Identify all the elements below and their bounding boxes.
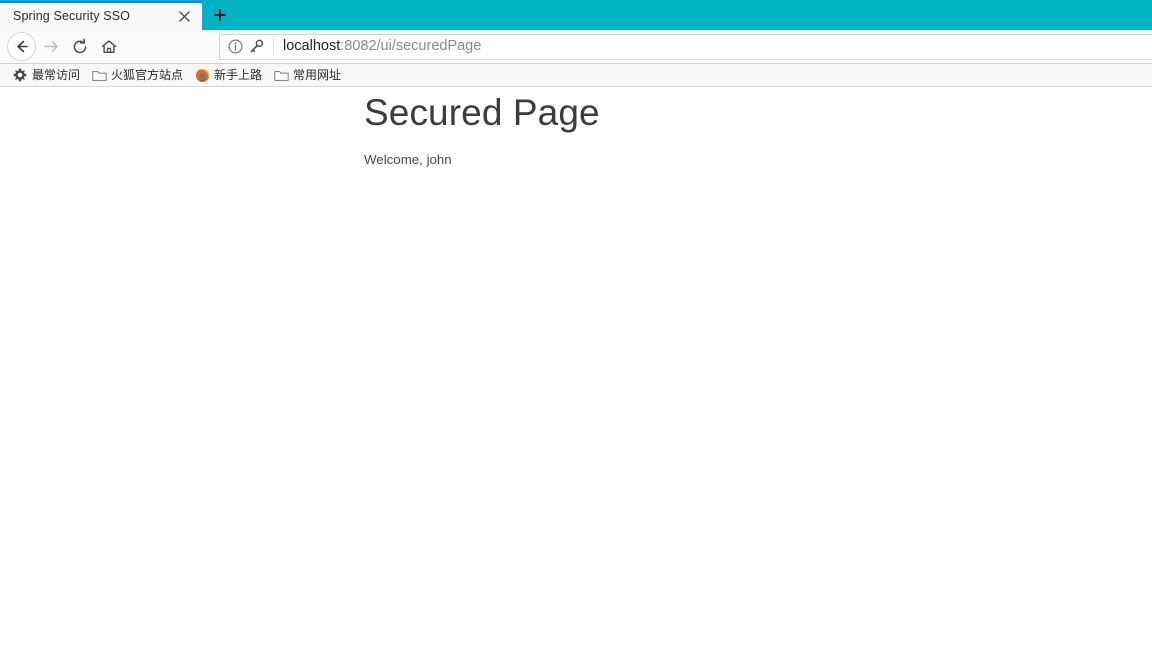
browser-window: Spring Security SSO localhost:8082/ui/se… xyxy=(0,0,1152,648)
folder-icon xyxy=(273,67,289,83)
back-button[interactable] xyxy=(7,32,36,61)
page-content-area: Secured Page Welcome, john xyxy=(0,87,1152,648)
close-icon[interactable] xyxy=(176,9,192,25)
content-container: Secured Page Welcome, john xyxy=(0,87,1152,168)
page-title: Secured Page xyxy=(364,92,600,133)
reload-button[interactable] xyxy=(65,33,94,61)
key-icon[interactable] xyxy=(249,39,264,54)
new-tab-button[interactable] xyxy=(205,1,235,29)
url-bar[interactable]: localhost:8082/ui/securedPage xyxy=(219,33,1152,60)
folder-icon xyxy=(91,67,107,83)
tab-title: Spring Security SSO xyxy=(13,10,131,23)
bookmark-item-common-sites[interactable]: 常用网址 xyxy=(269,66,345,85)
bookmark-label: 火狐官方站点 xyxy=(111,68,184,82)
gear-icon xyxy=(12,67,28,83)
bookmarks-bar: 最常访问 火狐官方站点 新手上路 常用网址 xyxy=(0,64,1152,87)
navigation-toolbar: localhost:8082/ui/securedPage xyxy=(0,30,1152,64)
url-host: localhost xyxy=(283,39,341,54)
url-text: localhost:8082/ui/securedPage xyxy=(283,39,481,54)
url-path: :8082/ui/securedPage xyxy=(340,39,482,54)
bookmark-item-getting-started[interactable]: 新手上路 xyxy=(190,66,266,85)
bookmark-item-firefox-site[interactable]: 火狐官方站点 xyxy=(87,66,187,85)
forward-button xyxy=(36,33,65,61)
bookmark-label: 常用网址 xyxy=(293,68,342,82)
browser-tab[interactable]: Spring Security SSO xyxy=(0,1,202,30)
bookmark-item-most-visited[interactable]: 最常访问 xyxy=(8,66,84,85)
bookmark-label: 最常访问 xyxy=(32,68,81,82)
home-button[interactable] xyxy=(94,33,123,61)
bookmark-label: 新手上路 xyxy=(214,68,263,82)
info-circle-icon[interactable] xyxy=(228,39,243,54)
welcome-message: Welcome, john xyxy=(364,151,452,167)
url-separator xyxy=(273,38,274,55)
tab-strip: Spring Security SSO xyxy=(0,0,1152,30)
firefox-icon xyxy=(194,67,210,83)
